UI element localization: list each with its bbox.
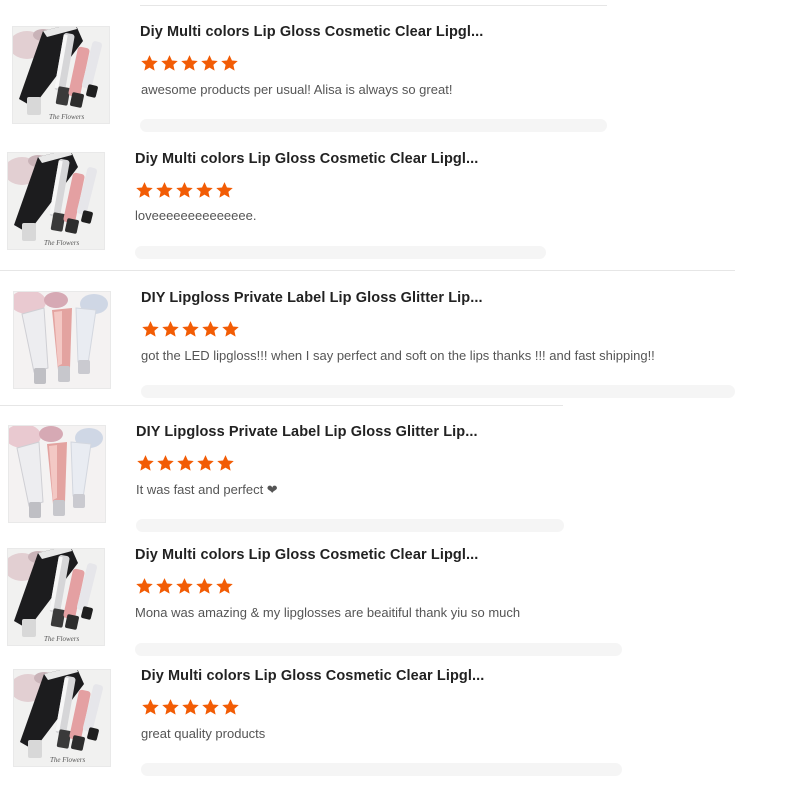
- star-filled-icon: [136, 182, 153, 198]
- star-filled-icon: [196, 578, 213, 594]
- star-filled-icon: [201, 55, 218, 71]
- product-title[interactable]: Diy Multi colors Lip Gloss Cosmetic Clea…: [135, 547, 478, 563]
- product-title[interactable]: Diy Multi colors Lip Gloss Cosmetic Clea…: [135, 151, 478, 167]
- review-text: got the LED lipgloss!!! when I say perfe…: [141, 348, 655, 363]
- star-filled-icon: [157, 455, 174, 471]
- review-text: It was fast and perfect ❤: [136, 482, 278, 497]
- star-filled-icon: [162, 699, 179, 715]
- product-thumbnail[interactable]: [13, 291, 111, 389]
- lip-gloss-photo: [14, 292, 110, 388]
- divider: [140, 5, 607, 6]
- product-title[interactable]: DIY Lipgloss Private Label Lip Gloss Gli…: [136, 424, 478, 440]
- star-filled-icon: [222, 321, 239, 337]
- review-text: awesome products per usual! Alisa is alw…: [141, 82, 453, 97]
- star-rating: [135, 577, 234, 595]
- star-filled-icon: [221, 55, 238, 71]
- watermark-text: The Flowers: [49, 113, 85, 121]
- product-title[interactable]: DIY Lipgloss Private Label Lip Gloss Gli…: [141, 290, 483, 306]
- seller-reply-placeholder: [141, 763, 622, 776]
- star-filled-icon: [202, 699, 219, 715]
- seller-reply-placeholder: [135, 246, 546, 259]
- star-filled-icon: [137, 455, 154, 471]
- star-filled-icon: [181, 55, 198, 71]
- review-text: loveeeeeeeeeeeeee.: [135, 208, 257, 223]
- star-filled-icon: [216, 182, 233, 198]
- review-text: great quality products: [141, 726, 266, 741]
- star-filled-icon: [182, 699, 199, 715]
- product-thumbnail[interactable]: The Flowers: [13, 669, 111, 767]
- product-title[interactable]: Diy Multi colors Lip Gloss Cosmetic Clea…: [140, 24, 483, 40]
- star-rating: [135, 181, 234, 199]
- product-thumbnail[interactable]: The Flowers: [12, 26, 110, 124]
- star-filled-icon: [197, 455, 214, 471]
- seller-reply-placeholder: [136, 519, 564, 532]
- lip-gloss-photo: [8, 153, 104, 249]
- watermark-text: The Flowers: [44, 239, 80, 247]
- star-filled-icon: [176, 578, 193, 594]
- star-filled-icon: [202, 321, 219, 337]
- star-filled-icon: [161, 55, 178, 71]
- star-filled-icon: [182, 321, 199, 337]
- star-filled-icon: [216, 578, 233, 594]
- star-filled-icon: [196, 182, 213, 198]
- star-filled-icon: [176, 182, 193, 198]
- divider: [0, 405, 563, 406]
- star-rating: [141, 698, 240, 716]
- seller-reply-placeholder: [141, 385, 735, 398]
- star-filled-icon: [222, 699, 239, 715]
- star-filled-icon: [142, 699, 159, 715]
- seller-reply-placeholder: [140, 119, 607, 132]
- star-filled-icon: [177, 455, 194, 471]
- star-filled-icon: [141, 55, 158, 71]
- product-thumbnail[interactable]: [8, 425, 106, 523]
- review-text: Mona was amazing & my lipglosses are bea…: [135, 605, 521, 620]
- lip-gloss-photo: [13, 27, 109, 123]
- product-title[interactable]: Diy Multi colors Lip Gloss Cosmetic Clea…: [141, 668, 484, 684]
- lip-gloss-photo: [8, 549, 104, 645]
- star-rating: [141, 320, 240, 338]
- star-filled-icon: [136, 578, 153, 594]
- star-filled-icon: [217, 455, 234, 471]
- watermark-text: The Flowers: [50, 756, 86, 764]
- product-thumbnail[interactable]: The Flowers: [7, 152, 105, 250]
- star-filled-icon: [156, 578, 173, 594]
- lip-gloss-photo: [14, 670, 110, 766]
- watermark-text: The Flowers: [44, 635, 80, 643]
- star-filled-icon: [162, 321, 179, 337]
- star-rating: [136, 454, 235, 472]
- seller-reply-placeholder: [135, 643, 622, 656]
- star-rating: [140, 54, 239, 72]
- divider: [0, 270, 735, 271]
- star-filled-icon: [156, 182, 173, 198]
- star-filled-icon: [142, 321, 159, 337]
- lip-gloss-photo: [9, 426, 105, 522]
- product-thumbnail[interactable]: The Flowers: [7, 548, 105, 646]
